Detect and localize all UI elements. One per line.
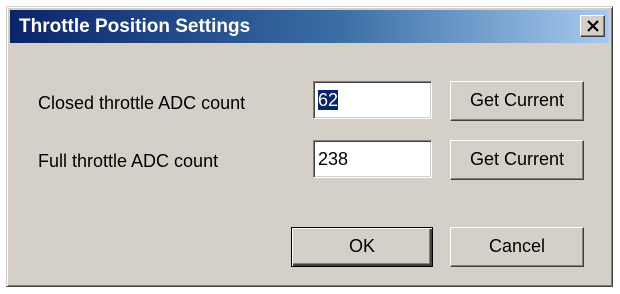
dialog-title: Throttle Position Settings — [19, 16, 251, 37]
full-throttle-label: Full throttle ADC count — [38, 151, 219, 171]
closed-get-current-button[interactable]: Get Current — [450, 81, 584, 121]
full-throttle-input[interactable]: 238 — [313, 140, 432, 178]
dialog-window: Throttle Position Settings Closed thrott… — [6, 6, 613, 287]
closed-throttle-input[interactable]: 62 — [313, 81, 432, 119]
ok-button[interactable]: OK — [291, 227, 433, 267]
full-get-current-button[interactable]: Get Current — [450, 140, 584, 180]
close-icon — [587, 20, 599, 32]
cancel-button[interactable]: Cancel — [450, 227, 584, 267]
closed-throttle-label: Closed throttle ADC count — [38, 93, 246, 113]
title-bar[interactable]: Throttle Position Settings — [10, 10, 609, 43]
close-button[interactable] — [580, 15, 605, 37]
full-throttle-value: 238 — [318, 149, 349, 169]
closed-throttle-value: 62 — [318, 90, 339, 110]
